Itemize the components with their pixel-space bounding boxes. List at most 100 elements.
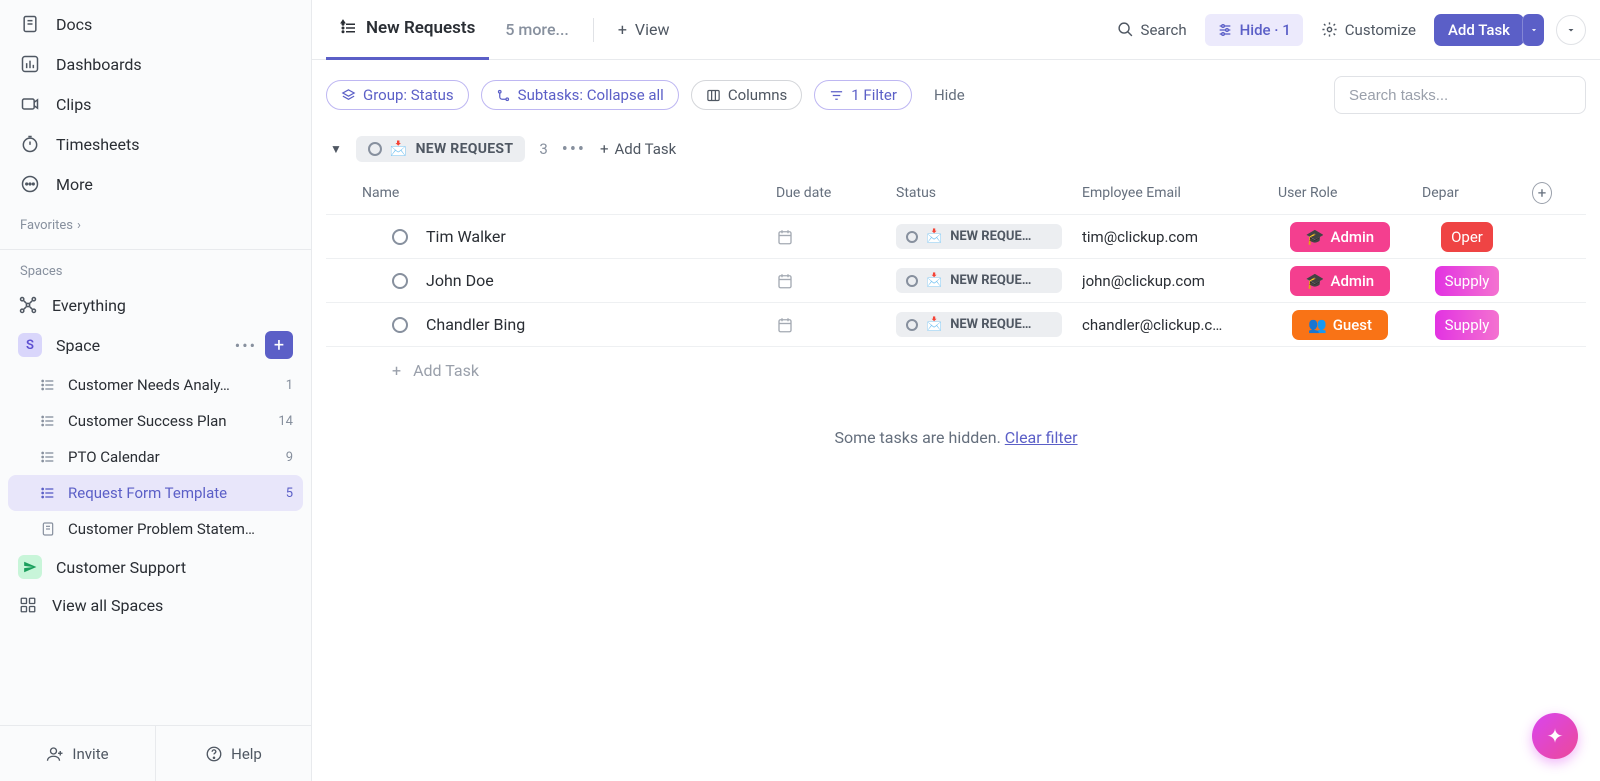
group-menu-button[interactable]: ••• — [562, 139, 586, 160]
list-count: 1 — [286, 378, 293, 393]
plus-icon: + — [392, 361, 401, 380]
nav-dashboards[interactable]: Dashboards — [0, 44, 311, 84]
status-pill[interactable]: 📩NEW REQUE… — [896, 224, 1062, 249]
list-count: 9 — [286, 450, 293, 465]
nav-more[interactable]: More — [0, 164, 311, 204]
columns-pill[interactable]: Columns — [691, 80, 802, 110]
list-count: 5 — [286, 486, 293, 501]
col-email[interactable]: Employee Email — [1072, 185, 1268, 201]
group-add-task[interactable]: + Add Task — [600, 140, 676, 158]
role-badge[interactable]: 🎓Admin — [1290, 266, 1390, 296]
columns-icon — [706, 88, 721, 103]
table-row[interactable]: John Doe📩NEW REQUE…john@clickup.com🎓Admi… — [326, 259, 1586, 303]
nav-label: Dashboards — [56, 55, 142, 74]
favorites-label: Favorites — [20, 218, 73, 233]
space-item[interactable]: S Space ••• + — [0, 323, 311, 367]
subtasks-label: Subtasks: Collapse all — [518, 86, 664, 104]
email-text: john@clickup.com — [1082, 272, 1205, 290]
plus-icon: + — [600, 140, 609, 158]
invite-icon — [46, 745, 64, 763]
add-row-label: Add Task — [413, 361, 479, 380]
list-item[interactable]: Customer Success Plan14 — [0, 403, 311, 439]
tab-label: New Requests — [366, 18, 475, 38]
nav-docs[interactable]: Docs — [0, 4, 311, 44]
nav-timesheets[interactable]: Timesheets — [0, 124, 311, 164]
list-item[interactable]: Request Form Template 5 — [8, 475, 303, 511]
list-pinned-icon — [340, 19, 358, 37]
add-view-button[interactable]: + View — [606, 20, 682, 39]
table-row[interactable]: Chandler Bing📩NEW REQUE…chandler@clickup… — [326, 303, 1586, 347]
more-icon — [20, 174, 40, 194]
help-label: Help — [231, 745, 262, 763]
email-text: chandler@clickup.c… — [1082, 316, 1222, 334]
col-name[interactable]: Name — [326, 185, 766, 201]
hide-toggle[interactable]: Hide — [934, 86, 965, 104]
table-row[interactable]: Tim Walker📩NEW REQUE…tim@clickup.com🎓Adm… — [326, 215, 1586, 259]
role-badge[interactable]: 👥Guest — [1292, 310, 1388, 340]
add-task-dropdown[interactable] — [1522, 14, 1544, 46]
clear-filter-link[interactable]: Clear filter — [1005, 428, 1078, 447]
status-pill[interactable]: 📩NEW REQUE… — [896, 312, 1062, 337]
help-button[interactable]: Help — [156, 726, 311, 781]
list-item[interactable]: Customer Problem Statem… — [0, 511, 311, 547]
calendar-icon[interactable] — [776, 228, 794, 246]
chevron-down-icon[interactable]: ▼ — [330, 142, 342, 156]
add-task-row[interactable]: + Add Task — [326, 347, 1586, 394]
tabs-more[interactable]: 5 more... — [493, 20, 581, 39]
add-task-button[interactable]: Add Task — [1434, 14, 1524, 46]
sidebar: Docs Dashboards Clips Timesheets More Fa… — [0, 0, 312, 781]
role-badge[interactable]: 🎓Admin — [1290, 222, 1390, 252]
col-status[interactable]: Status — [886, 185, 1072, 201]
plus-circle-icon: + — [1532, 182, 1552, 204]
dots-icon[interactable]: ••• — [235, 336, 257, 355]
chevron-right-icon: › — [77, 218, 81, 233]
subtasks-pill[interactable]: Subtasks: Collapse all — [481, 80, 679, 110]
favorites-section[interactable]: Favorites › — [0, 204, 311, 241]
list-name: Customer Success Plan — [68, 412, 266, 430]
search-button[interactable]: Search — [1105, 14, 1199, 46]
list-item[interactable]: Customer Needs Analy…1 — [0, 367, 311, 403]
invite-button[interactable]: Invite — [0, 726, 156, 781]
hide-button[interactable]: Hide · 1 — [1205, 14, 1303, 46]
filter-pill[interactable]: 1 Filter — [814, 80, 912, 110]
dept-badge[interactable]: Supply — [1435, 310, 1500, 340]
hidden-tasks-message: Some tasks are hidden. Clear filter — [326, 428, 1586, 447]
col-due[interactable]: Due date — [766, 185, 886, 201]
customer-support-space[interactable]: Customer Support — [0, 547, 311, 587]
status-circle-icon[interactable] — [392, 273, 408, 289]
cs-label: Customer Support — [56, 558, 186, 577]
doc-icon — [20, 14, 40, 34]
status-circle-icon[interactable] — [392, 317, 408, 333]
add-space-button[interactable]: + — [265, 331, 293, 359]
calendar-icon[interactable] — [776, 272, 794, 290]
list-name: Request Form Template — [68, 484, 274, 502]
group-pill[interactable]: Group: Status — [326, 80, 469, 110]
search-tasks-input[interactable] — [1334, 76, 1586, 114]
customize-button[interactable]: Customize — [1309, 14, 1428, 46]
list-name: Customer Problem Statem… — [68, 520, 293, 538]
nav-clips[interactable]: Clips — [0, 84, 311, 124]
dept-badge[interactable]: Oper — [1441, 222, 1493, 252]
status-circle-icon[interactable] — [392, 229, 408, 245]
list-item[interactable]: PTO Calendar9 — [0, 439, 311, 475]
col-role[interactable]: User Role — [1268, 185, 1412, 201]
group-badge[interactable]: 📩 NEW REQUEST — [356, 136, 525, 162]
everything-item[interactable]: Everything — [0, 287, 311, 323]
filter-icon — [829, 88, 844, 103]
calendar-icon[interactable] — [776, 316, 794, 334]
customize-label: Customize — [1345, 21, 1416, 39]
expand-button[interactable] — [1556, 15, 1586, 45]
status-circle-icon — [368, 142, 382, 156]
dept-badge[interactable]: Supply — [1435, 266, 1500, 296]
view-label: View — [635, 20, 670, 39]
tabbar: New Requests 5 more... + View Search Hid… — [312, 0, 1600, 60]
status-pill[interactable]: 📩NEW REQUE… — [896, 268, 1062, 293]
col-dept[interactable]: Depar — [1412, 185, 1522, 201]
add-column[interactable]: + — [1522, 182, 1562, 204]
invite-label: Invite — [72, 745, 108, 763]
list-icon — [40, 413, 56, 429]
ai-fab-button[interactable]: ✦ — [1532, 713, 1578, 759]
group-label: Group: Status — [363, 86, 454, 104]
view-all-spaces[interactable]: View all Spaces — [0, 587, 311, 623]
tab-new-requests[interactable]: New Requests — [326, 0, 489, 60]
